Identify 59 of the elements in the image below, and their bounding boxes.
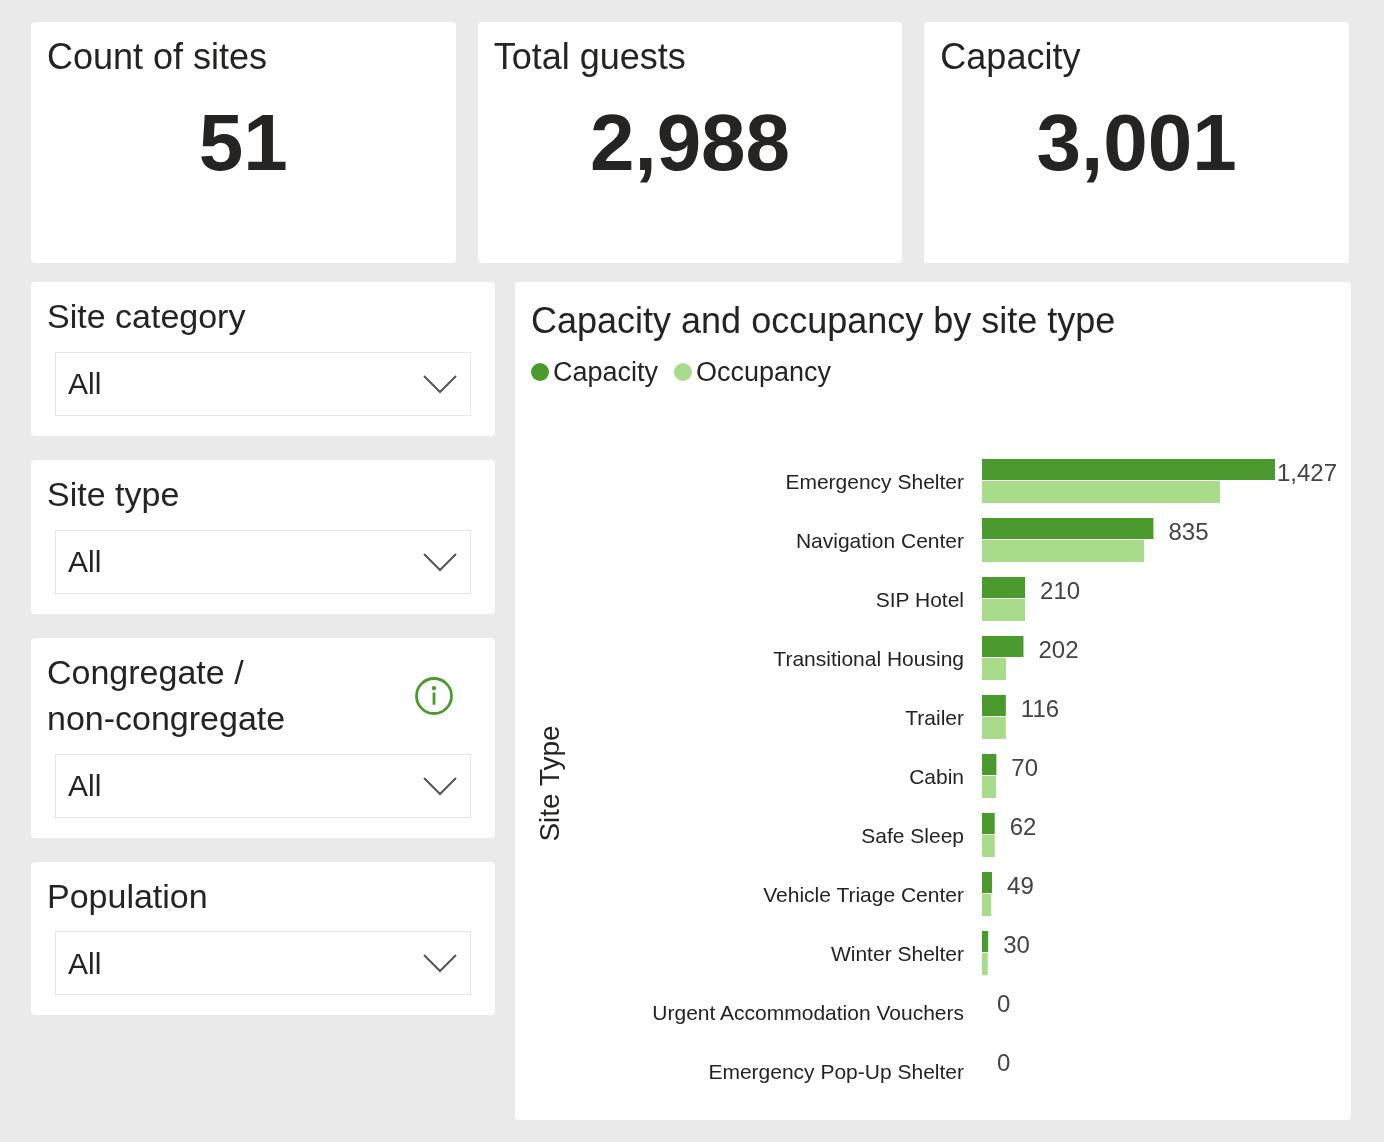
value-label: 1,427 [1277,458,1338,486]
capacity-bar [982,635,1024,657]
capacity-bar [982,930,989,952]
category-label: Transitional Housing [773,646,964,670]
value-label: 0 [997,989,1011,1017]
occupancy-bar [982,775,996,798]
capacity-bar [982,753,997,775]
category-label: Winter Shelter [830,941,964,965]
category-label: Emergency Pop-Up Shelter [708,1059,964,1083]
kpi-value: 2,988 [589,103,791,183]
category-label: Trailer [905,705,964,729]
occupancy-bar [982,657,1006,680]
chevron-down-icon [422,775,458,796]
occupancy-bar [982,952,988,975]
occupancy-bar [982,834,995,857]
filter-title: Population [47,875,208,917]
chevron-down-icon [422,551,458,572]
value-label: 202 [1038,635,1079,663]
kpi-title: Count of sites [47,35,268,79]
category-label: Safe Sleep [861,823,964,847]
category-label: SIP Hotel [875,587,964,611]
occupancy-bar [982,893,992,916]
chart-title: Capacity and occupancy by site type [531,299,1116,343]
kpi-value: 51 [198,103,288,183]
chevron-down-icon [422,953,458,974]
filter-title: Site type [47,473,180,515]
category-label: Cabin [909,764,964,788]
category-label: Navigation Center [795,528,964,552]
category-label: Vehicle Triage Center [763,882,964,906]
capacity-bar [982,576,1026,598]
value-label: 0 [997,1048,1011,1076]
category-label: Emergency Shelter [785,469,964,493]
occupancy-bar [982,716,1006,739]
axis-title: Site Type [534,724,565,842]
kpi-value: 3,001 [1036,103,1237,183]
value-label: 835 [1168,517,1209,545]
value-label: 210 [1040,576,1081,604]
filter-dropdown[interactable]: All [55,351,471,416]
capacity-bar [982,812,995,834]
value-label: 30 [1003,930,1030,958]
value-label: 49 [1007,871,1034,899]
kpi-title: Total guests [493,35,686,79]
category-label: Urgent Accommodation Vouchers [652,1000,964,1024]
filter-title: Congregate / non-congregate [47,651,287,739]
legend-label: Occupancy [696,356,832,389]
value-label: 70 [1011,753,1039,781]
chevron-down-icon [422,373,458,394]
info-icon[interactable] [413,674,455,717]
value-label: 116 [1020,694,1060,722]
legend-label: Capacity [553,356,659,389]
filter-dropdown[interactable]: All [55,753,471,818]
filter-dropdown[interactable]: All [55,931,471,996]
occupancy-bar [982,598,1026,621]
value-label: 62 [1009,812,1037,840]
capacity-bar [982,871,993,893]
kpi-title: Capacity [940,35,1081,79]
filter-dropdown[interactable]: All [55,529,471,594]
capacity-bar [982,694,1006,716]
filter-title: Site category [47,296,246,337]
